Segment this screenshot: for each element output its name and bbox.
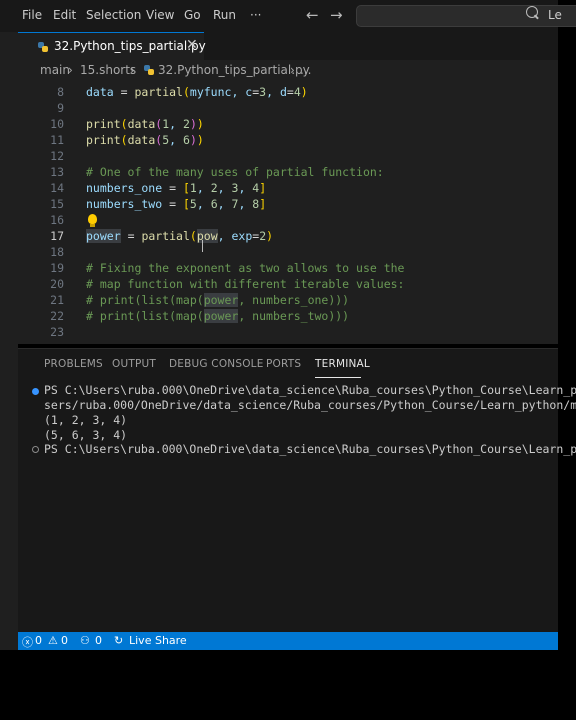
- code-line-current: 17 power = partial(pow, exp=2): [18, 229, 558, 245]
- line-number: 11: [50, 133, 64, 147]
- code-line: 10 print(data(1, 2)): [18, 117, 558, 133]
- ports-count[interactable]: 0: [95, 634, 102, 647]
- terminal-line: PS C:\Users\ruba.000\OneDrive\data_scien…: [44, 383, 576, 397]
- code-text: numbers_two = [5, 6, 7, 8]: [86, 197, 267, 211]
- line-number: 17: [50, 229, 64, 243]
- code-line: 9: [18, 101, 558, 117]
- terminal-line: (1, 2, 3, 4): [44, 413, 128, 427]
- code-line: 8 data = partial(myfunc, c=3, d=4): [18, 85, 558, 101]
- code-line: 16: [18, 213, 558, 229]
- line-number: 16: [50, 213, 64, 227]
- code-comment: # print(list(map(power, numbers_two))): [86, 309, 350, 323]
- bottom-panel: PROBLEMS OUTPUT DEBUG CONSOLE PORTS TERM…: [18, 348, 576, 633]
- breadcrumb-file[interactable]: 32.Python_tips_partial.py: [158, 63, 310, 77]
- code-line: 21 # print(list(map(power, numbers_one))…: [18, 293, 558, 309]
- code-line: 23: [18, 325, 558, 341]
- terminal-line: (5, 6, 3, 4): [44, 428, 128, 442]
- code-comment: # Fixing the exponent as two allows to u…: [86, 261, 405, 275]
- menu-selection[interactable]: Selection: [86, 8, 141, 22]
- line-number: 20: [50, 277, 64, 291]
- line-number: 18: [50, 245, 64, 259]
- line-number: 14: [50, 181, 64, 195]
- text-cursor-icon: [202, 240, 203, 252]
- error-icon[interactable]: ⓧ: [22, 634, 33, 650]
- line-number: 22: [50, 309, 64, 323]
- search-text: Le: [548, 8, 562, 22]
- code-text: print(data(5, 6)): [86, 133, 204, 147]
- active-tab-indicator: [315, 377, 361, 378]
- status-bar: ⓧ 0 ⚠ 0 ⚇ 0 ↻ Live Share: [18, 632, 558, 650]
- tab-problems[interactable]: PROBLEMS: [44, 358, 103, 370]
- tab-label: 32.Python_tips_partial.py: [54, 39, 206, 53]
- breadcrumb-separator: ›: [290, 63, 295, 77]
- code-line: 13 # One of the many uses of partial fun…: [18, 165, 558, 181]
- search-icon[interactable]: [526, 6, 538, 18]
- editor-tab-bar: 32.Python_tips_partial.py ✕: [18, 32, 558, 61]
- line-number: 21: [50, 293, 64, 307]
- warning-icon[interactable]: ⚠: [48, 634, 58, 647]
- code-line: 18: [18, 245, 558, 261]
- line-number: 19: [50, 261, 64, 275]
- tab-terminal[interactable]: TERMINAL: [315, 358, 370, 370]
- code-line: 19 # Fixing the exponent as two allows t…: [18, 261, 558, 277]
- tab-ports[interactable]: PORTS: [266, 358, 301, 370]
- terminal[interactable]: PS C:\Users\ruba.000\OneDrive\data_scien…: [18, 383, 576, 633]
- breadcrumb: main › 15.shorts › 32.Python_tips_partia…: [18, 60, 558, 80]
- back-arrow-icon[interactable]: ←: [306, 6, 319, 24]
- breadcrumb-folder-main[interactable]: main: [40, 63, 70, 77]
- menu-edit[interactable]: Edit: [53, 8, 76, 22]
- error-count[interactable]: 0: [35, 634, 42, 647]
- line-number: 10: [50, 117, 64, 131]
- code-text: data = partial(myfunc, c=3, d=4): [86, 85, 308, 99]
- breadcrumb-symbols[interactable]: ...: [300, 63, 311, 77]
- breadcrumb-folder-shorts[interactable]: 15.shorts: [80, 63, 136, 77]
- line-number: 8: [57, 85, 64, 99]
- tab-python-file[interactable]: 32.Python_tips_partial.py ✕: [18, 32, 206, 61]
- code-text: power = partial(pow, exp=2): [86, 229, 274, 243]
- command-center-search[interactable]: [356, 5, 576, 27]
- line-number: 12: [50, 149, 64, 163]
- code-line: 22 # print(list(map(power, numbers_two))…: [18, 309, 558, 325]
- menu-more[interactable]: ···: [250, 8, 261, 22]
- terminal-line: sers/ruba.000/OneDrive/data_science/Ruba…: [44, 398, 576, 412]
- tab-output[interactable]: OUTPUT: [112, 358, 156, 370]
- python-file-icon: [38, 42, 48, 52]
- menu-go[interactable]: Go: [184, 8, 201, 22]
- terminal-line: PS C:\Users\ruba.000\OneDrive\data_scien…: [44, 442, 576, 456]
- left-margin: [0, 0, 18, 650]
- command-pending-icon: [32, 446, 39, 453]
- menu-file[interactable]: File: [22, 8, 42, 22]
- menubar: File Edit Selection View Go Run ··· ← → …: [0, 0, 576, 32]
- breadcrumb-separator: ›: [130, 63, 135, 77]
- code-comment: # map function with different iterable v…: [86, 277, 405, 291]
- line-number: 23: [50, 325, 64, 339]
- tab-debug-console[interactable]: DEBUG CONSOLE: [169, 358, 264, 370]
- menu-run[interactable]: Run: [213, 8, 236, 22]
- code-line: 20 # map function with different iterabl…: [18, 277, 558, 293]
- ports-icon[interactable]: ⚇: [80, 634, 90, 647]
- breadcrumb-separator: ›: [68, 63, 73, 77]
- lightbulb-icon[interactable]: [88, 214, 97, 227]
- code-text: numbers_one = [1, 2, 3, 4]: [86, 181, 267, 195]
- line-number: 9: [57, 101, 64, 115]
- code-line: 11 print(data(5, 6)): [18, 133, 558, 149]
- code-comment: # print(list(map(power, numbers_one))): [86, 293, 350, 307]
- line-number: 15: [50, 197, 64, 211]
- code-line: 15 numbers_two = [5, 6, 7, 8]: [18, 197, 558, 213]
- command-success-icon: [32, 388, 39, 395]
- close-icon[interactable]: ✕: [186, 37, 198, 53]
- live-share-icon[interactable]: ↻: [114, 634, 123, 647]
- right-margin: [558, 0, 576, 720]
- code-line: 12: [18, 149, 558, 165]
- code-line: 14 numbers_one = [1, 2, 3, 4]: [18, 181, 558, 197]
- live-share-button[interactable]: Live Share: [129, 634, 187, 647]
- line-number: 13: [50, 165, 64, 179]
- forward-arrow-icon[interactable]: →: [330, 6, 343, 24]
- code-text: print(data(1, 2)): [86, 117, 204, 131]
- code-editor[interactable]: 8 data = partial(myfunc, c=3, d=4) 9 10 …: [18, 80, 558, 344]
- menu-view[interactable]: View: [146, 8, 174, 22]
- warning-count[interactable]: 0: [61, 634, 68, 647]
- code-comment: # One of the many uses of partial functi…: [86, 165, 384, 179]
- python-file-icon: [144, 65, 154, 75]
